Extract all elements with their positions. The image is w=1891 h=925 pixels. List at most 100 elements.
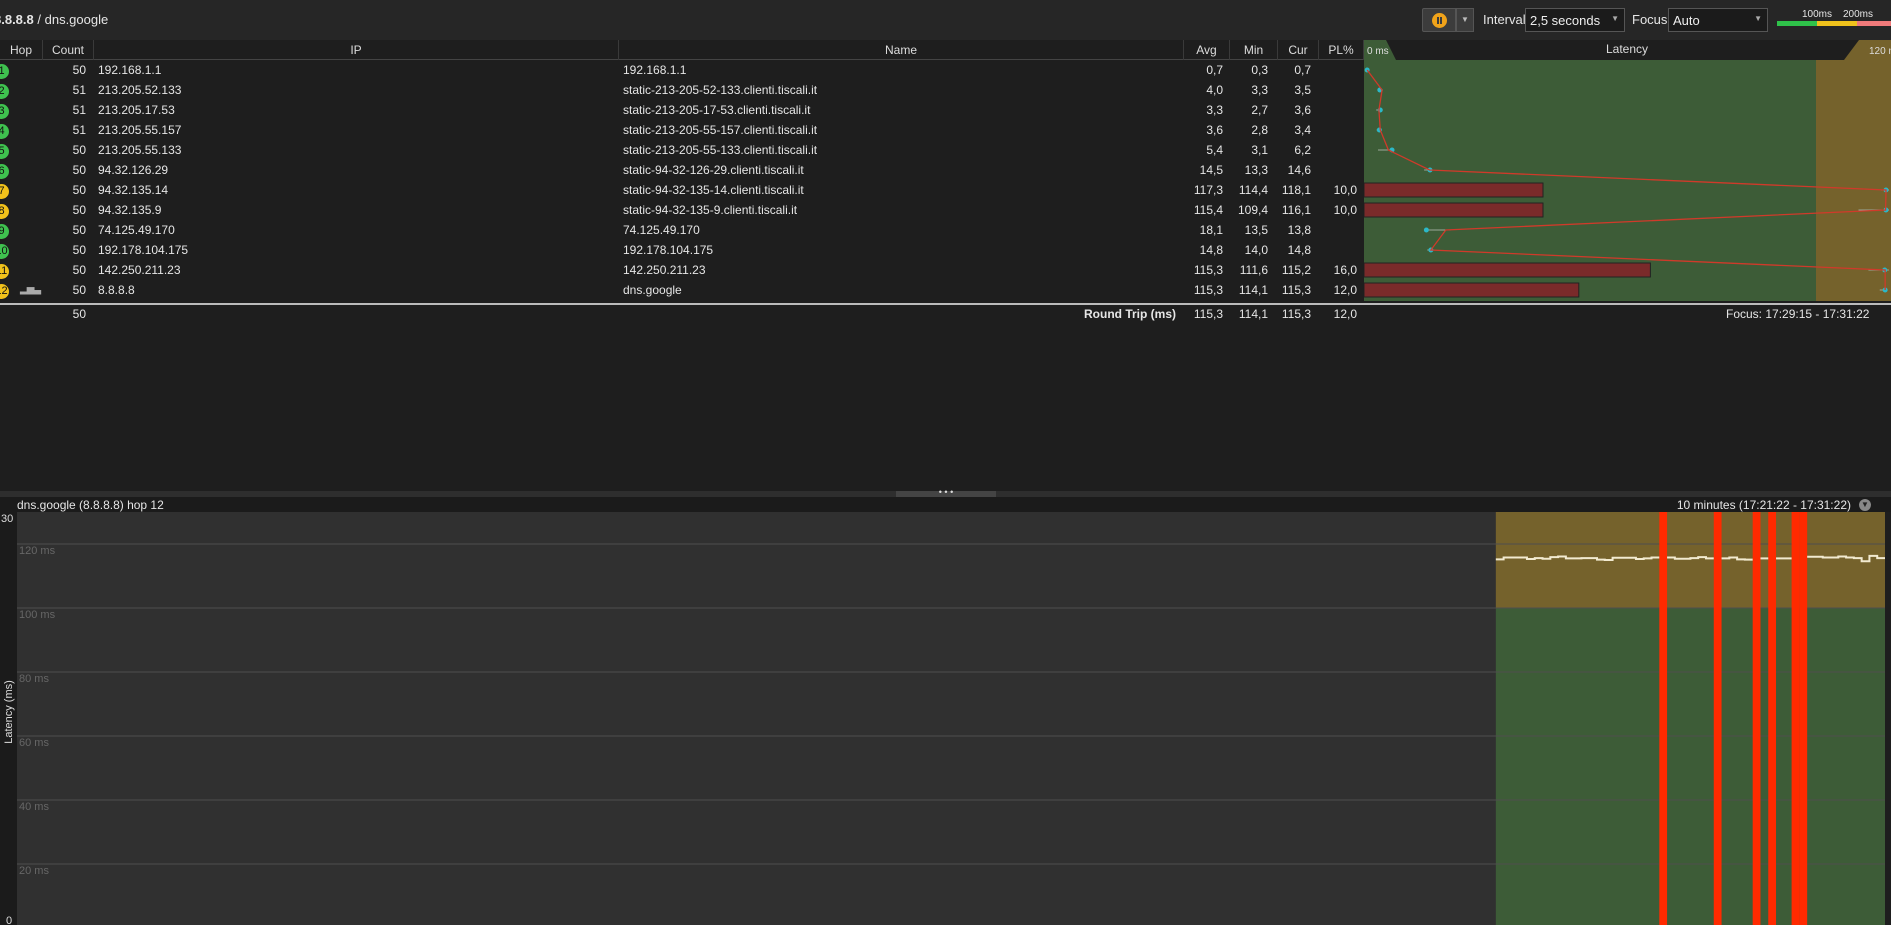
name-cell: static-213-205-55-133.clienti.tiscali.it <box>623 143 818 157</box>
avg-cell: 18,1 <box>1199 223 1223 237</box>
packet-loss-bar <box>1363 202 1544 218</box>
legend-green <box>1777 21 1817 26</box>
table-row[interactable]: 1 50 192.168.1.1 192.168.1.1 0,7 0,3 0,7 <box>0 60 1364 80</box>
name-cell: static-213-205-52-133.clienti.tiscali.it <box>623 83 818 97</box>
count-cell: 51 <box>72 83 86 97</box>
y-tick-label: 80 ms <box>19 673 49 685</box>
col-ip[interactable]: IP <box>94 40 619 60</box>
summary-avg: 115,3 <box>1193 307 1223 321</box>
cur-cell: 14,6 <box>1287 163 1311 177</box>
latency-zone-1 <box>1495 512 1885 608</box>
interval-select[interactable]: 2,5 seconds ▼ <box>1525 8 1625 32</box>
ip-cell: 213.205.55.157 <box>98 123 182 137</box>
pause-options-dropdown[interactable]: ▼ <box>1456 8 1474 32</box>
packet-loss-marker <box>1713 512 1722 925</box>
ip-cell: 142.250.211.23 <box>98 263 181 277</box>
pause-icon <box>1432 13 1447 28</box>
col-avg[interactable]: Avg <box>1184 40 1230 60</box>
count-cell: 50 <box>72 163 86 177</box>
count-cell: 50 <box>72 263 86 277</box>
packet-loss-marker <box>1752 512 1761 925</box>
hop-number-badge: 1 <box>0 64 9 79</box>
table-row[interactable]: 7 50 94.32.135.14 static-94-32-135-14.clien… <box>0 180 1364 200</box>
legend-yellow <box>1817 21 1857 26</box>
table-row[interactable]: 2 51 213.205.52.133 static-213-205-52-133.c… <box>0 80 1364 100</box>
hop-number-badge: 9 <box>0 224 9 239</box>
avg-cell: 117,3 <box>1193 183 1223 197</box>
col-hop[interactable]: Hop <box>0 40 43 60</box>
hop-number-badge: 5 <box>0 144 9 159</box>
name-cell: 192.168.1.1 <box>623 63 687 77</box>
packet-loss-marker <box>1799 512 1808 925</box>
cur-cell: 0,7 <box>1294 63 1311 77</box>
y-tick-label: 20 ms <box>19 865 49 877</box>
chevron-down-icon: ▼ <box>1611 14 1619 23</box>
summary-count: 50 <box>72 307 86 321</box>
cur-cell: 115,2 <box>1281 263 1311 277</box>
min-cell: 109,4 <box>1237 203 1268 217</box>
table-row[interactable]: 11 50 142.250.211.23 142.250.211.23 115,3 111… <box>0 260 1364 280</box>
cur-cell: 118,1 <box>1281 183 1311 197</box>
latency-max-label: 120 ms <box>1869 46 1891 57</box>
hop-number-badge: 4 <box>0 124 9 139</box>
packet-loss-bar <box>1363 182 1544 198</box>
col-name[interactable]: Name <box>619 40 1184 60</box>
avg-cell: 14,8 <box>1199 243 1223 257</box>
table-row[interactable]: 8 50 94.32.135.9 static-94-32-135-9.clienti… <box>0 200 1364 220</box>
min-cell: 14,0 <box>1244 243 1268 257</box>
legend-label-200: 200ms <box>1843 9 1874 20</box>
pl-cell: 12,0 <box>1333 283 1357 297</box>
hop-number-badge: 8 <box>0 204 9 219</box>
min-cell: 0,3 <box>1251 63 1268 77</box>
avg-cell: 14,5 <box>1199 163 1223 177</box>
min-cell: 3,1 <box>1251 143 1268 157</box>
time-range[interactable]: 10 minutes (17:21:22 - 17:31:22) <box>1677 498 1851 512</box>
focus-select[interactable]: Auto ▼ <box>1668 8 1768 32</box>
bar-chart-icon: ▂▅▃ <box>20 284 41 295</box>
col-count[interactable]: Count <box>43 40 94 60</box>
latency-column: 0 ms Latency 120 ms <box>1363 40 1891 301</box>
window-title: 8.8.8.8 / dns.google <box>0 12 108 27</box>
current-latency-marker <box>1423 227 1429 233</box>
count-cell: 51 <box>72 123 86 137</box>
summary-row: 50 Round Trip (ms) 115,3 114,1 115,3 12,… <box>0 303 1891 323</box>
ip-cell: 213.205.17.53 <box>98 103 175 117</box>
col-cur[interactable]: Cur <box>1278 40 1319 60</box>
focus-range: Focus: 17:29:15 - 17:31:22 <box>1726 307 1870 321</box>
title-separator: / <box>33 12 45 27</box>
table-row[interactable]: 6 50 94.32.126.29 static-94-32-126-29.clien… <box>0 160 1364 180</box>
y-axis-top-label: 30 <box>1 513 13 525</box>
name-cell: 142.250.211.23 <box>623 263 706 277</box>
y-axis-title: Latency (ms) <box>3 680 15 744</box>
avg-cell: 0,7 <box>1206 63 1223 77</box>
table-row[interactable]: 5 50 213.205.55.133 static-213-205-55-133.c… <box>0 140 1364 160</box>
min-cell: 13,3 <box>1244 163 1268 177</box>
latency-route-graph: 0 ms Latency 120 ms <box>1363 40 1891 301</box>
table-row[interactable]: 9 50 74.125.49.170 74.125.49.170 18,1 13,5 13,… <box>0 220 1364 240</box>
pause-button[interactable] <box>1422 8 1456 32</box>
history-title: dns.google (8.8.8.8) hop 12 <box>17 498 164 512</box>
cur-cell: 3,6 <box>1294 103 1311 117</box>
ip-cell: 94.32.126.29 <box>98 163 169 177</box>
min-cell: 114,4 <box>1238 183 1268 197</box>
col-pl[interactable]: PL% <box>1319 40 1364 60</box>
cur-cell: 6,2 <box>1294 143 1311 157</box>
table-row[interactable]: 10 50 192.178.104.175 192.178.104.175 14,8 14… <box>0 240 1364 260</box>
chevron-down-icon[interactable]: ▼ <box>1859 499 1871 511</box>
pl-cell: 10,0 <box>1333 183 1357 197</box>
orange-zone <box>1816 60 1891 301</box>
hop-number-badge: 6 <box>0 164 9 179</box>
latency-zone-0 <box>1495 608 1885 925</box>
summary-min: 114,1 <box>1238 307 1268 321</box>
col-min[interactable]: Min <box>1230 40 1278 60</box>
ip-cell: 213.205.55.133 <box>98 143 182 157</box>
avg-cell: 115,3 <box>1193 263 1223 277</box>
table-row[interactable]: 3 51 213.205.17.53 static-213-205-17-53.cli… <box>0 100 1364 120</box>
cur-cell: 3,4 <box>1294 123 1311 137</box>
latency-history-chart: 120 ms 100 ms 80 ms 60 ms 40 ms 20 ms 30 0 Laten… <box>0 512 1885 925</box>
ip-cell: 94.32.135.9 <box>98 203 162 217</box>
table-row[interactable]: 4 51 213.205.55.157 static-213-205-55-157.c… <box>0 120 1364 140</box>
table-row[interactable]: 12 ▂▅▃ 50 8.8.8.8 dns.google 115,3 114,1 115,3 1… <box>0 280 1364 300</box>
min-cell: 3,3 <box>1251 83 1268 97</box>
name-cell: static-213-205-55-157.clienti.tiscali.it <box>623 123 818 137</box>
